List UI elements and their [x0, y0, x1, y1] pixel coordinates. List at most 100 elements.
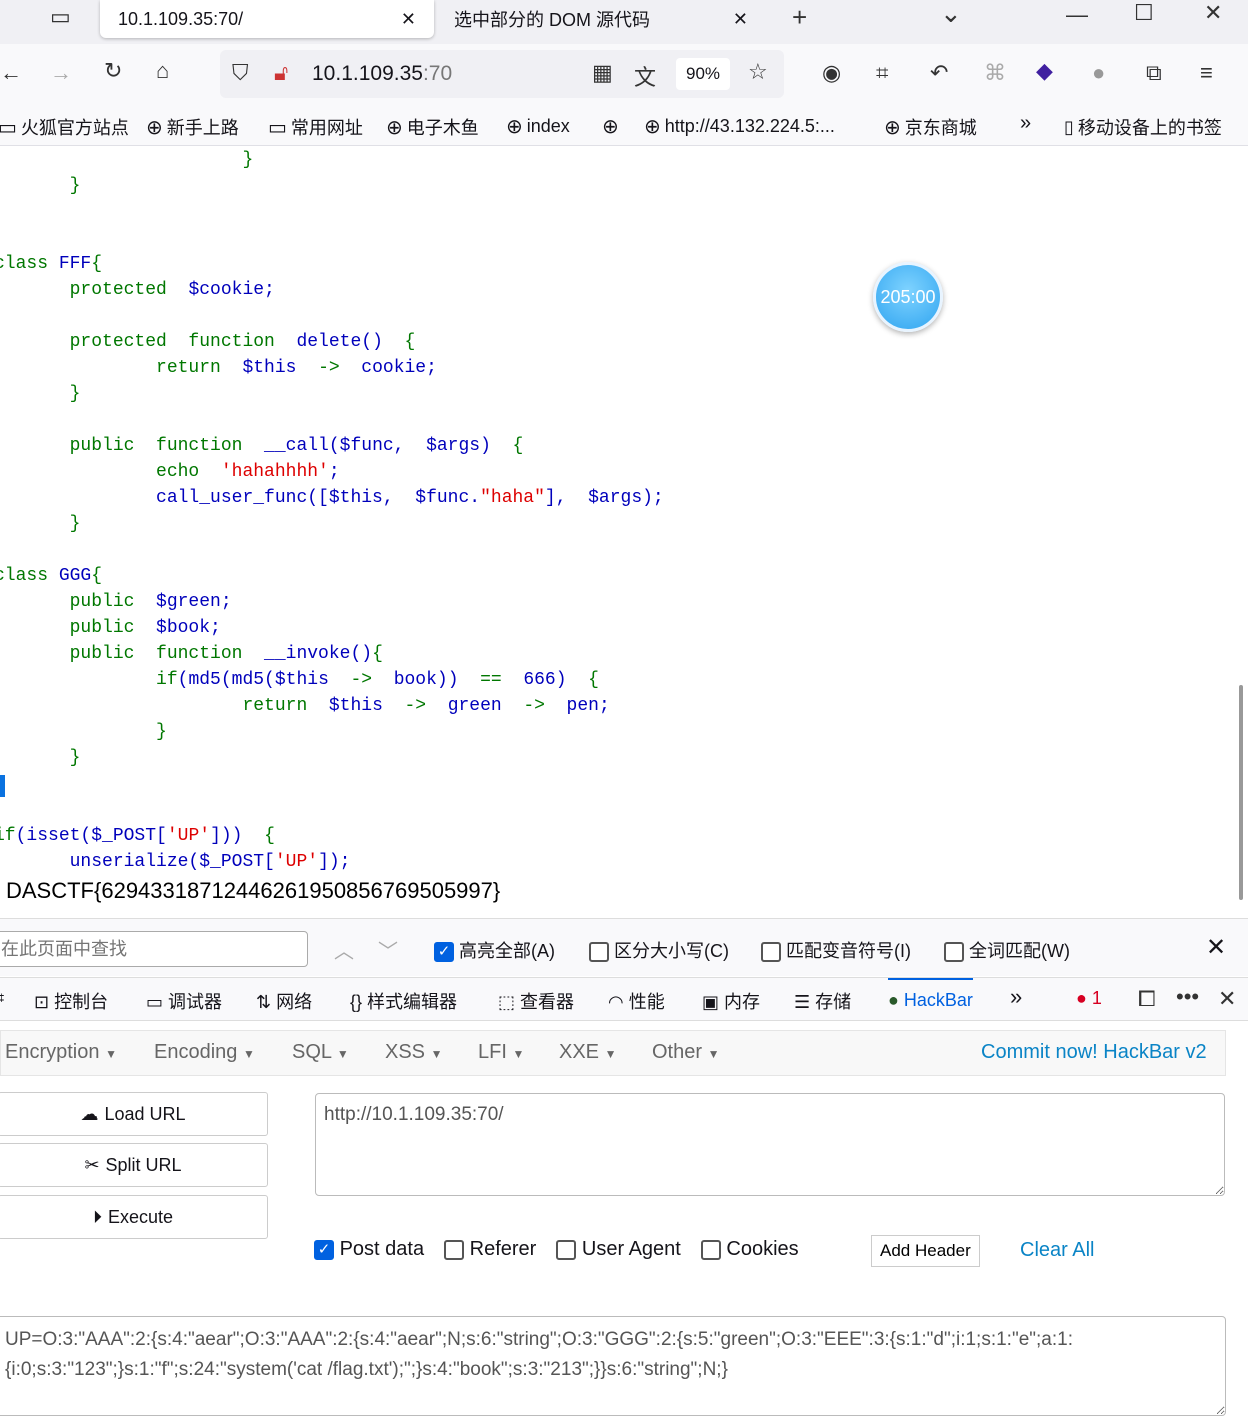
- bookmark-item[interactable]: ▭ 火狐官方站点: [0, 114, 129, 140]
- bookmark-item[interactable]: ⊕ http://43.132.224.5:...: [644, 114, 835, 139]
- zoom-level[interactable]: 90%: [676, 58, 731, 90]
- shield-icon[interactable]: ⛉: [232, 60, 249, 86]
- tab-list-chevron-icon[interactable]: ⌄: [940, 0, 962, 29]
- home-icon[interactable]: ⌂: [156, 58, 169, 84]
- hackbar-menu-encoding[interactable]: Encoding ▼: [154, 1041, 255, 1064]
- close-window-button[interactable]: ✕: [1204, 0, 1222, 26]
- extensions-puzzle-icon[interactable]: ⧉: [1146, 60, 1162, 86]
- picker-icon[interactable]: ⌗: [0, 988, 4, 1009]
- folder-icon: ▭: [268, 116, 287, 139]
- option-referer[interactable]: Referer: [444, 1238, 536, 1261]
- extension-icon[interactable]: ⌘: [984, 60, 1006, 86]
- tab-dom-source[interactable]: 选中部分的 DOM 源代码 ✕: [436, 0, 766, 38]
- page-scrollbar[interactable]: [1239, 685, 1243, 900]
- responsive-design-icon[interactable]: ⧠: [1138, 986, 1156, 1012]
- hackbar-menu-xss[interactable]: XSS ▼: [385, 1041, 442, 1064]
- tab-overview-icon[interactable]: ▭: [50, 4, 71, 30]
- bookmark-label: 火狐官方站点: [20, 118, 129, 138]
- reload-icon[interactable]: ↻: [104, 58, 122, 84]
- split-url-button[interactable]: ✂ Split URL: [0, 1143, 268, 1187]
- option-cookies[interactable]: Cookies: [700, 1238, 799, 1261]
- close-devtools-icon[interactable]: ✕: [1218, 986, 1236, 1012]
- devtools-tab-style-editor[interactable]: {} 样式编辑器: [350, 988, 457, 1014]
- bookmark-item[interactable]: ⊕: [602, 114, 623, 139]
- close-find-bar-icon[interactable]: ✕: [1206, 933, 1226, 962]
- hackbar-menu-sql[interactable]: SQL ▼: [292, 1041, 349, 1064]
- add-header-button[interactable]: Add Header: [871, 1235, 980, 1267]
- code-token: __invoke(): [264, 644, 373, 664]
- close-tab-icon[interactable]: ✕: [733, 9, 748, 30]
- checkbox[interactable]: [556, 1239, 577, 1260]
- bookmarks-overflow-icon[interactable]: »: [1020, 112, 1031, 135]
- devtools-tab-inspector[interactable]: ⬚ 查看器: [498, 988, 574, 1014]
- checkbox[interactable]: [700, 1239, 721, 1260]
- translate-icon[interactable]: 文: [634, 60, 656, 92]
- execute-button[interactable]: ⏵ Execute: [0, 1195, 268, 1239]
- url-text[interactable]: 10.1.109.35:70: [312, 62, 452, 86]
- bookmark-item[interactable]: ⊕ 京东商城: [884, 114, 977, 140]
- match-case-checkbox[interactable]: 区分大小写(C): [589, 937, 729, 963]
- highlight-all-checkbox[interactable]: ✓ 高亮全部(A): [434, 937, 555, 963]
- undo-icon[interactable]: ↶: [930, 60, 948, 86]
- bookmark-item[interactable]: ⊕ 新手上路: [146, 114, 239, 140]
- match-diacritics-checkbox[interactable]: 匹配变音符号(I): [761, 937, 911, 963]
- menu-icon[interactable]: ≡: [1200, 60, 1213, 86]
- checkbox[interactable]: ✓: [314, 1239, 334, 1260]
- hackbar-menu-lfi[interactable]: LFI ▼: [478, 1041, 524, 1064]
- clear-all-link[interactable]: Clear All: [1020, 1239, 1094, 1262]
- hackbar-menu-other[interactable]: Other ▼: [652, 1041, 719, 1064]
- devtools-tab-performance[interactable]: ◠ 性能: [608, 988, 665, 1014]
- hackbar-menu-encryption[interactable]: Encryption ▼: [5, 1041, 117, 1064]
- hackbar-menu-xxe[interactable]: XXE ▼: [559, 1041, 616, 1064]
- load-url-button[interactable]: ☁ Load URL: [0, 1092, 268, 1136]
- devtools-tab-network[interactable]: ⇅ 网络: [256, 988, 312, 1014]
- checkbox[interactable]: [444, 1239, 465, 1260]
- devtools-tab-memory[interactable]: ▣ 内存: [702, 988, 760, 1014]
- devtools-tab-debugger[interactable]: ▭ 调试器: [146, 988, 222, 1014]
- more-tabs-icon[interactable]: »: [1010, 984, 1022, 1010]
- forward-icon[interactable]: →: [50, 60, 72, 86]
- new-tab-button[interactable]: +: [792, 2, 807, 33]
- bookmark-star-icon[interactable]: ☆: [748, 59, 768, 85]
- bookmark-item[interactable]: ⊕ 电子木鱼: [386, 114, 479, 140]
- post-data-textarea[interactable]: UP=O:3:"AAA":2:{s:4:"aear";O:3:"AAA":2:{…: [0, 1316, 1226, 1416]
- circle-extension-icon[interactable]: ●: [1092, 60, 1105, 86]
- option-user-agent[interactable]: User Agent: [556, 1238, 681, 1261]
- qr-code-icon[interactable]: ▦: [592, 60, 613, 86]
- more-options-icon[interactable]: •••: [1176, 984, 1199, 1010]
- checkbox-checked[interactable]: ✓: [434, 942, 454, 963]
- bookmark-item[interactable]: ▭ 常用网址: [268, 114, 363, 140]
- devtools-tab-label: 查看器: [520, 992, 575, 1012]
- layers-extension-icon[interactable]: ◆: [1036, 58, 1053, 84]
- hackbar-commit-link[interactable]: Commit now! HackBar v2: [981, 1041, 1207, 1064]
- find-next-icon[interactable]: ﹀: [378, 935, 398, 964]
- devtools-tab-hackbar[interactable]: ● HackBar: [888, 978, 973, 1020]
- crop-icon[interactable]: ⌗: [876, 60, 888, 86]
- url-bar[interactable]: ⛉ 🔓︎ 10.1.109.35:70 ▦ 文 90% ☆: [220, 50, 784, 98]
- code-token: public: [0, 618, 157, 638]
- tab-active[interactable]: 10.1.109.35:70/ ✕: [100, 0, 434, 38]
- back-icon[interactable]: ←: [0, 60, 22, 86]
- minimize-button[interactable]: —: [1066, 2, 1088, 28]
- find-input[interactable]: [0, 931, 308, 967]
- checkbox[interactable]: [761, 942, 781, 963]
- maximize-button[interactable]: ☐: [1134, 0, 1154, 26]
- account-icon[interactable]: ◉: [822, 60, 841, 86]
- find-previous-icon[interactable]: ︿: [334, 935, 354, 964]
- checkbox[interactable]: [944, 942, 964, 963]
- mobile-bookmarks[interactable]: ▯ 移动设备上的书签: [1064, 114, 1222, 140]
- close-tab-icon[interactable]: ✕: [401, 9, 416, 30]
- error-count[interactable]: ● 1: [1076, 988, 1102, 1009]
- insecure-lock-icon[interactable]: 🔓︎: [274, 60, 288, 86]
- option-post-data[interactable]: ✓ Post data: [314, 1238, 424, 1261]
- timer-badge[interactable]: 205:00: [873, 262, 943, 332]
- devtools-tab-storage[interactable]: ☰ 存储: [794, 988, 851, 1014]
- checkbox[interactable]: [589, 942, 609, 963]
- url-textarea[interactable]: http://10.1.109.35:70/: [315, 1093, 1225, 1196]
- bookmark-item[interactable]: ⊕ index: [506, 114, 570, 139]
- code-token: {: [91, 254, 103, 274]
- whole-words-checkbox[interactable]: 全词匹配(W): [944, 937, 1070, 963]
- devtools-tab-console[interactable]: ⊡ 控制台: [34, 988, 108, 1014]
